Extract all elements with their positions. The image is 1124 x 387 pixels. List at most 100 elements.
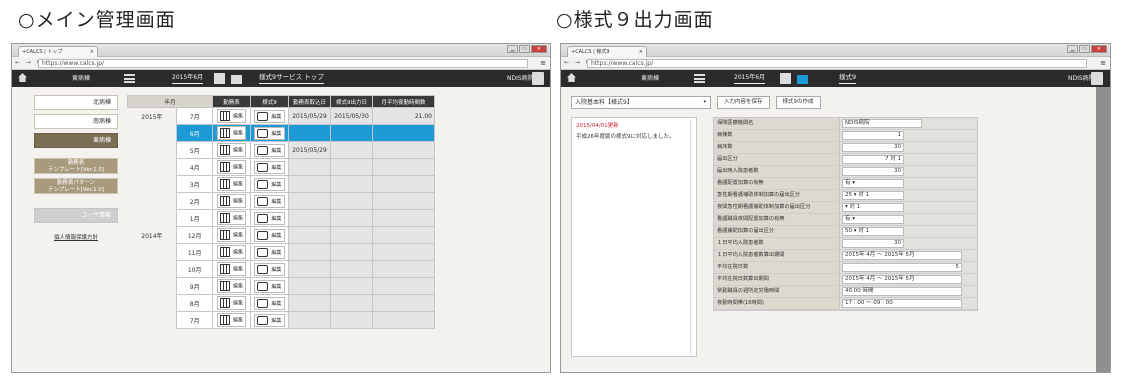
form-value-input[interactable]: NDIS病院 xyxy=(842,119,922,128)
printer-icon[interactable] xyxy=(231,75,242,84)
form-value-input[interactable]: 30 xyxy=(842,239,904,248)
minimize-button[interactable]: ▁ xyxy=(1067,45,1078,53)
col-shift: 勤務表 xyxy=(212,95,251,108)
edit-form9-button[interactable]: 編集 xyxy=(254,262,285,276)
form-value-input[interactable]: 有 ▾ xyxy=(842,179,904,188)
edit-form9-button[interactable]: 編集 xyxy=(254,160,285,174)
form-value-input[interactable]: ▾ 対 1 xyxy=(842,203,904,212)
edit-shift-button[interactable]: 編集 xyxy=(216,109,246,123)
edit-form9-button[interactable]: 編集 xyxy=(254,245,285,259)
list-icon[interactable] xyxy=(694,74,705,83)
table-row[interactable]: 2015年 7月 編集 編集 2015/05/29 2015/05/30 21.00 xyxy=(127,107,435,227)
edit-form9-button[interactable]: 編集 xyxy=(254,296,285,310)
edit-shift-button[interactable]: 編集 xyxy=(216,262,246,276)
page-scrollbar[interactable] xyxy=(1096,87,1110,372)
month-cell: 11月 xyxy=(176,243,213,261)
maximize-button[interactable]: ▭ xyxy=(1079,45,1090,53)
browser-menu-icon[interactable]: ≡ xyxy=(1100,57,1106,69)
close-window-button[interactable]: ✕ xyxy=(1091,45,1107,53)
edit-form9-button[interactable]: 編集 xyxy=(254,126,285,140)
save-button[interactable]: 入力内容を保存 xyxy=(717,96,770,109)
edit-shift-button[interactable]: 編集 xyxy=(216,279,246,293)
form-value-input[interactable]: 30 xyxy=(842,143,904,152)
form-value-input[interactable]: 5 xyxy=(842,263,962,272)
url-input[interactable]: https://www.calcs.jp/ xyxy=(587,59,1087,68)
edit-form9-button[interactable]: 編集 xyxy=(254,211,285,225)
calendar-icon xyxy=(219,179,230,189)
edit-form9-button[interactable]: 編集 xyxy=(254,177,285,191)
browser-menu-icon[interactable]: ≡ xyxy=(540,57,546,69)
form-label: 病床数 xyxy=(714,142,840,153)
form-value-input[interactable]: 50 ▾ 対 1 xyxy=(842,227,904,236)
sidebar-item-east[interactable]: 東病棟 xyxy=(34,133,118,148)
logout-icon[interactable] xyxy=(1091,72,1103,85)
shift-pattern-template-button[interactable]: 勤務表パターン テンプレート[Ver.1.0] xyxy=(34,178,118,194)
edit-form9-button[interactable]: 編集 xyxy=(254,109,285,123)
edit-shift-button[interactable]: 編集 xyxy=(216,211,246,225)
edit-label: 編集 xyxy=(271,300,282,307)
maximize-button[interactable]: ▭ xyxy=(519,45,530,53)
table-row[interactable]: 2014年 12月 編集 編集 xyxy=(127,226,435,329)
url-input[interactable]: https://www.calcs.jp/ xyxy=(38,59,528,68)
form9-screen-heading: ○様式９出力画面 xyxy=(556,9,714,31)
edit-shift-button[interactable]: 編集 xyxy=(216,177,246,191)
output-date-cell xyxy=(330,209,373,227)
browser-tab-right[interactable]: +CALCS | 様式9 × xyxy=(567,46,647,57)
home-icon[interactable] xyxy=(567,73,576,82)
night-hours-cell xyxy=(372,243,435,261)
edit-shift-button[interactable]: 編集 xyxy=(216,313,246,327)
month-label[interactable]: 2015年6月 xyxy=(734,72,766,84)
calendar-icon xyxy=(219,264,230,274)
import-date-cell xyxy=(288,209,331,227)
calendar-icon[interactable] xyxy=(214,73,225,84)
month-cell: 9月 xyxy=(176,277,213,295)
form-value-input[interactable]: 2015年 4月 ～ 2015年 5月 xyxy=(842,251,962,260)
edit-form9-button[interactable]: 編集 xyxy=(254,313,285,327)
browser-tab[interactable]: +CALCS | トップ × xyxy=(18,46,98,57)
form-value-input[interactable]: 40.00 時間 xyxy=(842,287,962,296)
minimize-button[interactable]: ▁ xyxy=(507,45,518,53)
window-controls-right: ▁ ▭ ✕ xyxy=(1067,45,1107,53)
printer-icon[interactable] xyxy=(797,75,808,84)
sidebar-item-north[interactable]: 北病棟 xyxy=(34,95,118,110)
form-value-input[interactable]: 17 : 00 ～ 09 : 00 xyxy=(842,299,962,308)
form-label: 常勤職員の週所定労働時間 xyxy=(714,286,840,297)
form-type-select[interactable]: 入院基本料【様式9】 ▾ xyxy=(571,96,711,109)
edit-shift-button[interactable]: 編集 xyxy=(216,245,246,259)
edit-form9-button[interactable]: 編集 xyxy=(254,228,285,242)
user-info-button[interactable]: ユーザ情報 xyxy=(34,208,118,223)
logout-icon[interactable] xyxy=(532,72,544,85)
edit-shift-button[interactable]: 編集 xyxy=(216,143,246,157)
form-value-input[interactable]: 有 ▾ xyxy=(842,215,904,224)
edit-shift-button[interactable]: 編集 xyxy=(216,126,246,140)
home-icon[interactable] xyxy=(18,73,27,82)
form-value-input[interactable]: 1 xyxy=(842,131,904,140)
shift-template-button[interactable]: 勤務表 テンプレート[Ver.1.0] xyxy=(34,158,118,174)
notes-scrollbar[interactable] xyxy=(690,119,695,355)
form-value-input[interactable]: 25 ▾ 対 1 xyxy=(842,191,904,200)
edit-form9-button[interactable]: 編集 xyxy=(254,279,285,293)
edit-form9-button[interactable]: 編集 xyxy=(254,194,285,208)
privacy-policy-link[interactable]: 個人情報保護方針 xyxy=(34,233,118,241)
create-form9-button[interactable]: 様式9の作成 xyxy=(775,96,821,109)
calendar-icon xyxy=(219,298,230,308)
calendar-icon[interactable] xyxy=(780,73,791,84)
ward-name[interactable]: 東病棟 xyxy=(72,70,90,87)
edit-shift-button[interactable]: 編集 xyxy=(216,296,246,310)
edit-shift-button[interactable]: 編集 xyxy=(216,194,246,208)
edit-shift-button[interactable]: 編集 xyxy=(216,160,246,174)
edit-form9-button[interactable]: 編集 xyxy=(254,143,285,157)
form-row: 看護補助加算の届出区分 50 ▾ 対 1 xyxy=(714,226,977,238)
window-controls: ▁ ▭ ✕ xyxy=(507,45,547,53)
main-screen-heading: ○メイン管理画面 xyxy=(18,9,176,31)
form-value-input[interactable]: 30 xyxy=(842,167,904,176)
close-window-button[interactable]: ✕ xyxy=(531,45,547,53)
ward-name[interactable]: 東病棟 xyxy=(641,70,659,87)
month-label[interactable]: 2015年6月 xyxy=(172,72,204,84)
edit-shift-button[interactable]: 編集 xyxy=(216,228,246,242)
sidebar-item-south[interactable]: 南病棟 xyxy=(34,114,118,129)
list-icon[interactable] xyxy=(124,74,135,83)
output-date-cell xyxy=(330,294,373,312)
form-value-input[interactable]: 7 対 1 xyxy=(842,155,904,164)
form-value-input[interactable]: 2015年 4月 ～ 2015年 5月 xyxy=(842,275,962,284)
